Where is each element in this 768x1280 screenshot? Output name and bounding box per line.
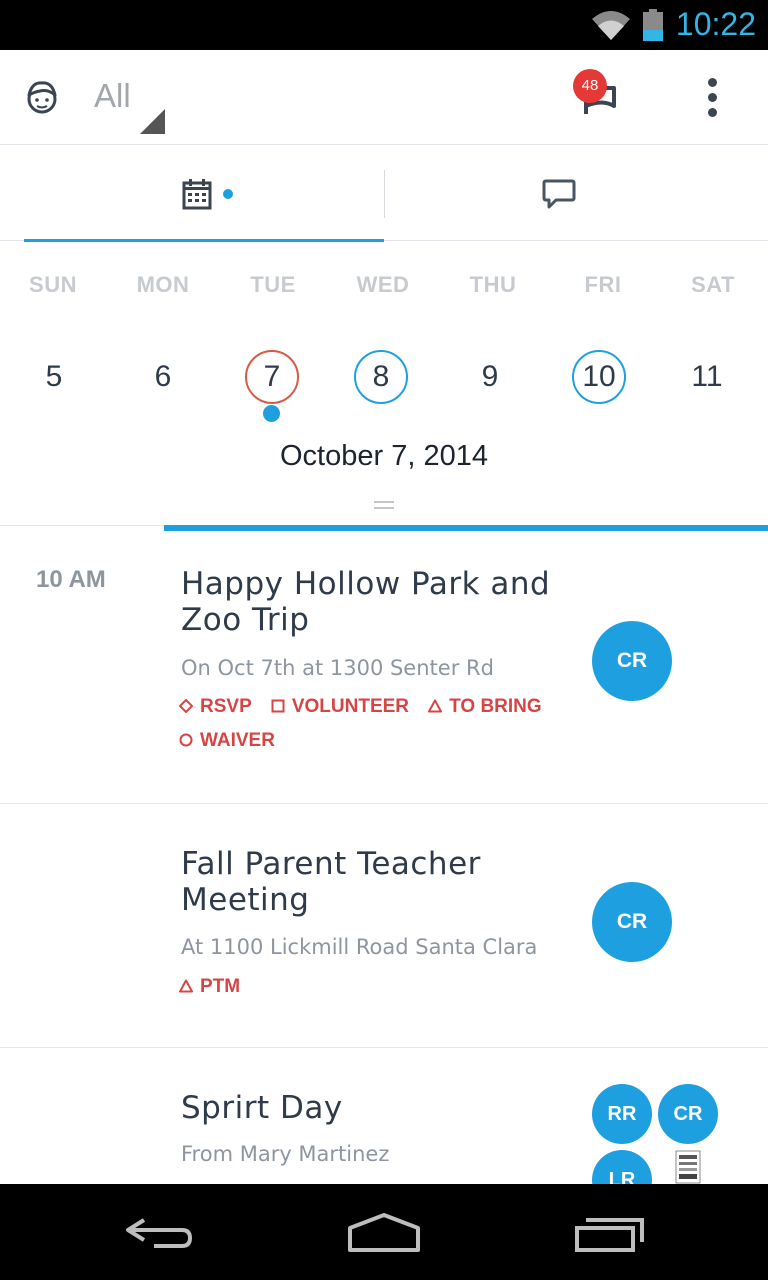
tag-volunteer[interactable]: VOLUNTEER [271, 696, 409, 718]
day-cell[interactable]: 6 [136, 350, 190, 404]
dropdown-caret-icon[interactable] [140, 109, 165, 134]
day-cell-has-event[interactable]: 10 [572, 350, 626, 404]
drag-handle-icon[interactable] [374, 501, 394, 509]
recents-icon[interactable] [574, 1214, 646, 1254]
tab-messages[interactable] [385, 146, 768, 241]
circle-icon [179, 733, 193, 747]
weekday-label: WED [356, 272, 410, 297]
avatar[interactable]: CR [658, 1084, 718, 1144]
tag-label: PTM [200, 976, 241, 997]
square-icon [271, 699, 285, 713]
event-time: 10 AM [36, 566, 106, 593]
event-title: Sprirt Day [181, 1090, 343, 1126]
tag-label: WAIVER [200, 730, 275, 751]
app-bar: All [0, 50, 768, 145]
tag-label: TO BRING [449, 696, 542, 717]
selected-day-dot [263, 405, 280, 422]
avatar[interactable]: RR [592, 1084, 652, 1144]
event-tags: RSVP VOLUNTEER TO BRING WAIVER [179, 696, 579, 764]
event-title: Fall Parent Teacher Meeting [181, 846, 481, 918]
system-nav-bar [0, 1184, 768, 1280]
day-cell-today[interactable]: 7 [245, 350, 299, 404]
chat-bubble-icon [542, 179, 576, 209]
day-cell[interactable]: 9 [463, 350, 517, 404]
event-card[interactable]: 10 AM Happy Hollow Park and Zoo Trip On … [0, 532, 768, 804]
selected-date: October 7, 2014 [280, 440, 488, 472]
tag-ptm[interactable]: PTM [179, 976, 240, 998]
tag-waiver[interactable]: WAIVER [179, 730, 275, 752]
view-tabs [0, 146, 768, 242]
weekday-label: TUE [250, 272, 296, 297]
day-cell-has-event[interactable]: 8 [354, 350, 408, 404]
event-card[interactable]: Sprirt Day From Mary Martinez RR CR LR [0, 1048, 768, 1184]
avatar[interactable]: CR [592, 621, 672, 701]
event-subtitle: On Oct 7th at 1300 Senter Rd [181, 656, 494, 680]
home-icon[interactable] [346, 1212, 422, 1254]
weekday-header: SUN MON TUE WED THU FRI SAT [0, 272, 768, 302]
battery-icon [643, 9, 663, 41]
status-bar: 10:22 [0, 0, 768, 50]
unread-dot [223, 189, 233, 199]
weekday-label: THU [469, 272, 517, 297]
filter-dropdown[interactable]: All [94, 77, 131, 115]
event-title: Happy Hollow Park and Zoo Trip [181, 566, 551, 638]
calendar-icon [182, 179, 212, 210]
active-tab-indicator [24, 239, 384, 242]
wifi-icon [592, 11, 630, 40]
weekday-label: SAT [691, 272, 735, 297]
clock: 10:22 [675, 6, 756, 42]
tag-label: RSVP [200, 696, 252, 717]
avatar[interactable]: CR [592, 882, 672, 962]
weekday-label: SUN [29, 272, 77, 297]
photo-thumbnail-icon[interactable] [675, 1150, 701, 1184]
more-vert-icon[interactable] [702, 78, 722, 118]
child-face-icon[interactable] [24, 79, 60, 117]
time-progress-bar [164, 525, 768, 531]
day-cell[interactable]: 5 [27, 350, 81, 404]
tag-label: VOLUNTEER [291, 696, 410, 717]
tab-calendar[interactable] [24, 146, 384, 242]
event-card[interactable]: Fall Parent Teacher Meeting At 1100 Lick… [0, 804, 768, 1048]
back-icon[interactable] [124, 1216, 194, 1252]
triangle-icon [179, 979, 193, 993]
notification-badge[interactable]: 48 [573, 69, 607, 103]
tag-rsvp[interactable]: RSVP [179, 696, 252, 718]
week-days: 5 6 7 8 9 10 11 [0, 350, 768, 410]
weekday-label: MON [136, 272, 190, 297]
avatar[interactable]: LR [592, 1150, 652, 1184]
diamond-icon [179, 699, 193, 713]
tag-to-bring[interactable]: TO BRING [428, 696, 542, 718]
event-tags: PTM [179, 976, 579, 1010]
weekday-label: FRI [584, 272, 622, 297]
triangle-icon [428, 699, 443, 713]
event-subtitle: From Mary Martinez [181, 1142, 390, 1166]
day-cell[interactable]: 11 [680, 350, 734, 404]
event-subtitle: At 1100 Lickmill Road Santa Clara [181, 935, 538, 959]
